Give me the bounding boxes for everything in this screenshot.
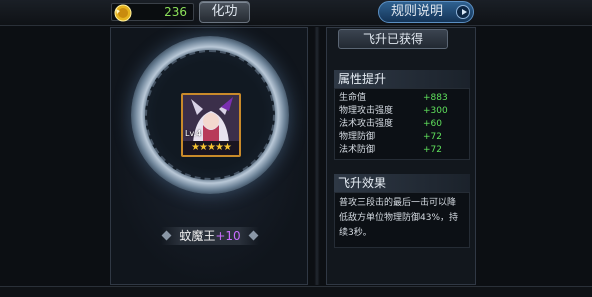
attribute-section-title: 属性提升 <box>334 70 470 88</box>
bottom-bar <box>0 286 592 297</box>
panel-divider <box>314 27 320 285</box>
ascension-status-banner: 飞升已获得 <box>338 29 448 49</box>
stat-value: +72 <box>423 132 442 142</box>
hero-name-plate: 蚊魔王+10 <box>161 227 259 245</box>
gold-currency-display: 236 <box>111 3 194 22</box>
hero-name: 蚊魔王 <box>179 229 216 243</box>
effect-line: 普攻三段击的最后一击可以降 <box>339 198 457 208</box>
stat-row: 物理防御 +72 <box>339 131 467 144</box>
ascension-info-panel: 飞升已获得 属性提升 生命值 +883 物理攻击强度 +300 法术攻击强度 +… <box>326 27 476 285</box>
diamond-ornament-icon <box>248 230 259 241</box>
hero-panel: Lv.4 ★★★★★ 蚊魔王+10 <box>110 27 308 285</box>
rules-button-label: 规则说明 <box>390 4 443 19</box>
hero-enhance-level: +10 <box>215 229 241 243</box>
rules-button[interactable]: 规则说明 <box>378 1 474 23</box>
effect-section-title: 飞升效果 <box>334 174 470 192</box>
hero-level: Lv.4 <box>185 129 202 138</box>
play-arrow-icon <box>456 5 470 19</box>
stat-row: 物理攻击强度 +300 <box>339 105 467 118</box>
stat-name: 物理防御 <box>339 132 376 142</box>
gold-coin-icon <box>114 4 132 22</box>
effect-line: 低敌方单位物理防御43%，持 <box>339 213 459 223</box>
stat-row: 法术防御 +72 <box>339 144 467 157</box>
diamond-ornament-icon <box>161 230 172 241</box>
refine-button[interactable]: 化功 <box>199 1 250 23</box>
gold-amount: 236 <box>164 5 187 19</box>
effect-description: 普攻三段击的最后一击可以降 低敌方单位物理防御43%，持 续3秒。 <box>339 196 467 241</box>
stat-row: 生命值 +883 <box>339 92 467 105</box>
top-bar <box>0 0 592 26</box>
stat-value: +60 <box>423 119 442 129</box>
effect-line: 续3秒。 <box>339 228 372 238</box>
stat-name: 生命值 <box>339 93 367 103</box>
star-rating: ★★★★★ <box>183 141 239 155</box>
stat-name: 法术攻击强度 <box>339 119 394 129</box>
stat-name: 法术防御 <box>339 145 376 155</box>
stat-value: +300 <box>423 106 448 116</box>
stat-value: +883 <box>423 93 448 103</box>
stat-name: 物理攻击强度 <box>339 106 394 116</box>
stat-value: +72 <box>423 145 442 155</box>
attribute-list: 生命值 +883 物理攻击强度 +300 法术攻击强度 +60 物理防御 +72… <box>334 88 470 160</box>
hero-portrait-card[interactable]: Lv.4 ★★★★★ <box>181 93 241 157</box>
stat-row: 法术攻击强度 +60 <box>339 118 467 131</box>
effect-description-box: 普攻三段击的最后一击可以降 低敌方单位物理防御43%，持 续3秒。 <box>334 192 470 248</box>
